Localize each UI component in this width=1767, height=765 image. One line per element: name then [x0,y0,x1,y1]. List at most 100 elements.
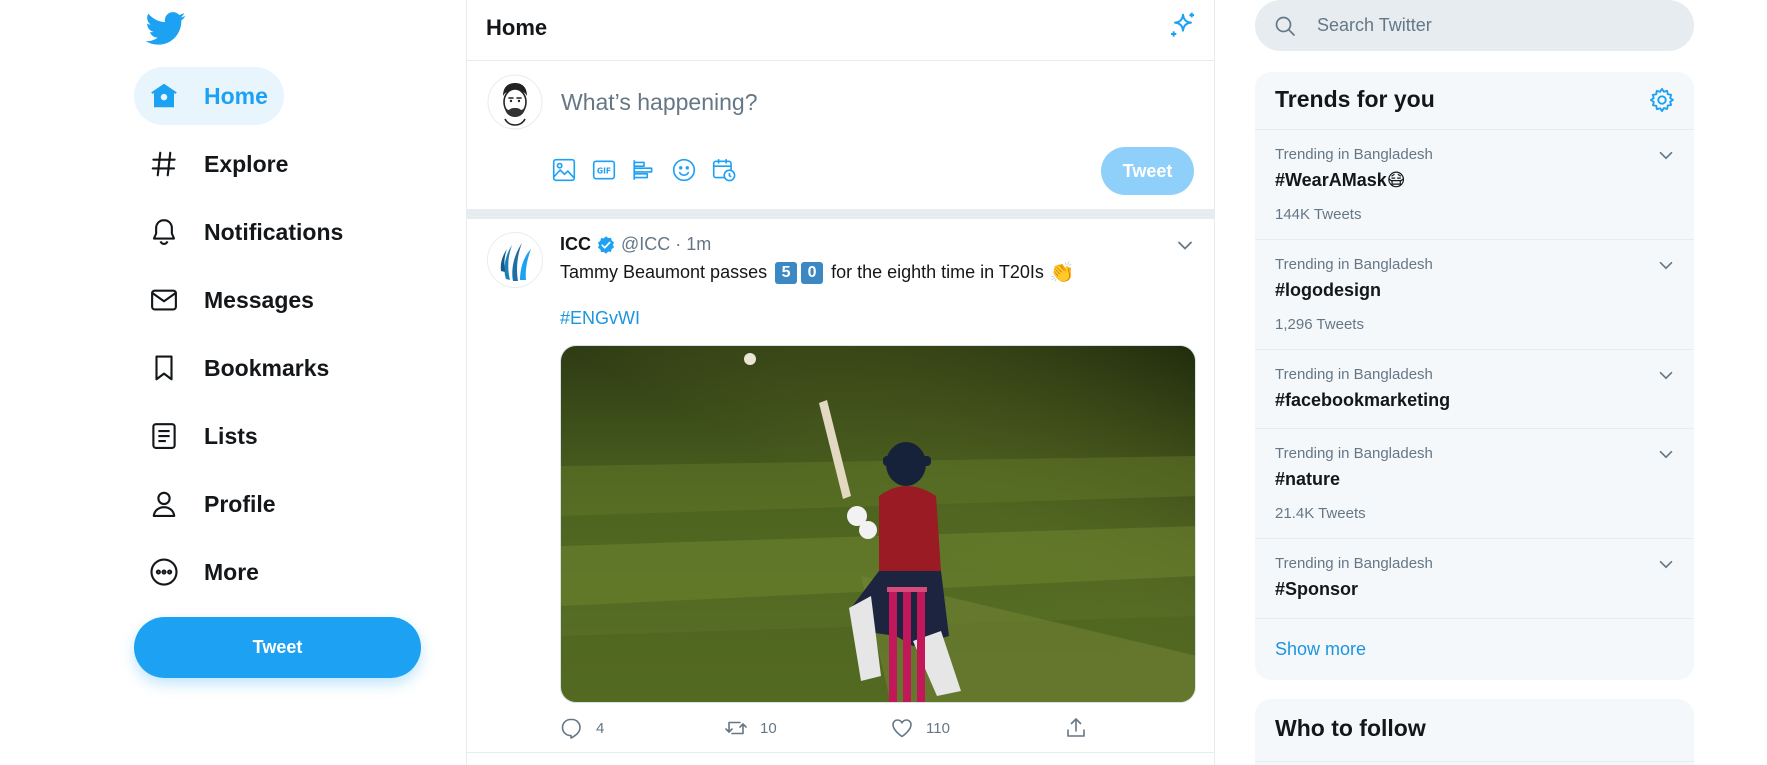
avatar[interactable] [487,232,543,288]
trend-name: #logodesign [1275,280,1382,300]
show-more-link[interactable]: Show more [1255,618,1694,680]
poll-icon[interactable] [629,155,659,185]
clapping-hands-emoji: 👏 [1049,262,1075,284]
trend-context: Trending in Bangladesh [1275,146,1433,163]
gif-icon[interactable]: GIF [589,155,619,185]
chevron-down-icon[interactable] [1655,254,1677,276]
author-name[interactable]: ICC [560,234,591,255]
reply-icon [561,718,581,739]
trend-context: Trending in Bangladesh [1275,445,1433,462]
author-handle[interactable]: @ICC [621,234,670,255]
trend-item[interactable]: Trending in Bangladesh #facebookmarketin… [1255,349,1694,428]
schedule-icon[interactable] [709,155,739,185]
avatar[interactable] [487,74,543,130]
nav-explore[interactable]: Explore [134,135,304,193]
trend-item[interactable]: Trending in Bangladesh #nature 21.4K Twe… [1255,428,1694,538]
tweet-text: Tammy Beaumont passes 5 0 for the eighth… [560,260,1075,285]
mask-emoji: 😷 [1386,170,1406,190]
verified-badge-icon [598,235,614,254]
compose-box: GIF Tweet [467,61,1214,209]
page-title: Home [486,15,548,40]
retweet-button[interactable]: 10 [724,716,777,740]
reply-count: 4 [596,719,605,737]
nav-lists[interactable]: Lists [134,407,274,465]
trend-count: 21.4K Tweets [1275,505,1366,522]
person-icon [148,488,180,520]
home-icon [148,80,180,112]
trends-title: Trends for you [1275,86,1435,112]
more-circle-icon [148,556,180,588]
gear-icon[interactable] [1648,86,1676,114]
trend-name: #WearAMask😷 [1275,170,1406,190]
tweet-header: ICC @ICC · 1m [560,234,711,255]
svg-text:GIF: GIF [597,166,611,175]
nav-bookmarks[interactable]: Bookmarks [134,339,345,397]
trend-context: Trending in Bangladesh [1275,256,1433,273]
retweet-count: 10 [760,719,777,737]
keycap-digit: 0 [801,261,824,284]
nav-label: Messages [204,286,314,313]
bell-icon [148,216,180,248]
nav-home[interactable]: Home [134,67,284,125]
trend-name: #nature [1275,469,1341,489]
compose-tweet-button[interactable]: Tweet [1101,147,1194,195]
divider [1255,761,1694,762]
nav-messages[interactable]: Messages [134,271,330,329]
timestamp[interactable]: 1m [686,234,711,255]
trend-item[interactable]: Trending in Bangladesh #WearAMask😷 144K … [1255,129,1694,239]
main-timeline: Home GIF [466,0,1215,765]
bookmark-icon [148,352,180,384]
trend-name: #facebookmarketing [1275,390,1451,410]
compose-input[interactable] [561,89,1121,116]
right-sidebar: Trends for you Trending in Bangladesh #W… [1215,0,1767,765]
trend-count: 144K Tweets [1275,206,1362,223]
chevron-down-icon[interactable] [1655,443,1677,465]
chevron-down-icon[interactable] [1655,364,1677,386]
timeline-header: Home [467,0,1214,61]
share-icon [1067,718,1085,737]
twitter-bird-icon[interactable] [145,8,186,48]
trend-context: Trending in Bangladesh [1275,555,1433,572]
trend-name: #Sponsor [1275,579,1359,599]
chevron-down-icon[interactable] [1655,553,1677,575]
search-bar[interactable] [1255,0,1694,51]
trend-item[interactable]: Trending in Bangladesh #Sponsor [1255,538,1694,618]
left-sidebar: Home Explore Notifications Messages Book… [0,0,466,765]
nav-label: More [204,558,259,585]
share-button[interactable] [1064,716,1100,740]
tweet-hashtag-link[interactable]: #ENGvWI [560,308,640,329]
nav-label: Explore [204,150,289,177]
separator: · [675,234,682,254]
reply-button[interactable]: 4 [560,716,604,740]
trends-panel: Trends for you Trending in Bangladesh #W… [1255,72,1694,680]
trend-context: Trending in Bangladesh [1275,366,1433,383]
nav-label: Profile [204,490,276,517]
tweet-card[interactable]: ICC @ICC · 1m Tammy Beaumont passes 5 0 … [467,219,1214,753]
like-count: 110 [926,719,950,737]
keycap-digit: 5 [775,261,798,284]
divider [467,209,1214,219]
like-button[interactable]: 110 [890,716,950,740]
nav-more[interactable]: More [134,543,275,601]
search-icon [1275,16,1295,36]
retweet-icon [725,721,747,735]
who-to-follow-title: Who to follow [1275,715,1426,741]
search-input[interactable] [1317,15,1657,36]
emoji-icon[interactable] [669,155,699,185]
envelope-icon [148,284,180,316]
chevron-down-icon[interactable] [1655,144,1677,166]
nav-label: Notifications [204,218,344,245]
list-icon [148,420,180,452]
nav-profile[interactable]: Profile [134,475,292,533]
chevron-down-icon[interactable] [1173,233,1197,257]
heart-icon [892,719,912,738]
sparkle-icon[interactable] [1167,10,1199,42]
who-to-follow-panel: Who to follow [1255,699,1694,765]
tweet-photo[interactable] [560,345,1196,703]
nav-notifications[interactable]: Notifications [134,203,359,261]
trend-item[interactable]: Trending in Bangladesh #logodesign 1,296… [1255,239,1694,349]
image-icon[interactable] [549,155,579,185]
trend-count: 1,296 Tweets [1275,316,1364,333]
sidebar-tweet-button[interactable]: Tweet [134,617,421,678]
nav-label: Lists [204,422,258,449]
